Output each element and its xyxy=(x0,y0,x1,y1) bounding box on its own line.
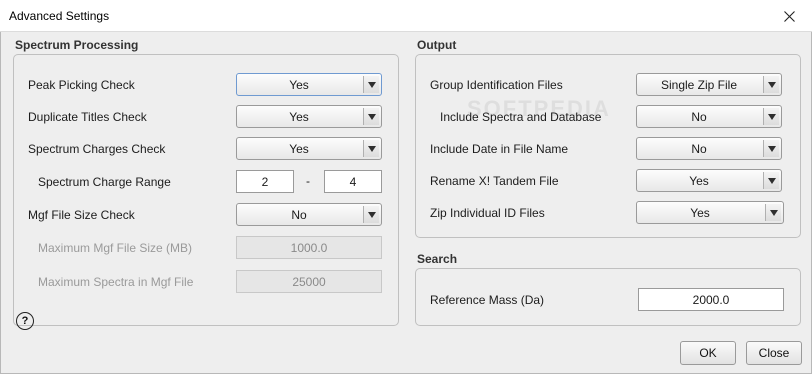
help-icon[interactable]: ? xyxy=(16,312,34,330)
include-date-value: No xyxy=(691,141,707,156)
duplicate-titles-select[interactable]: Yes xyxy=(236,105,382,128)
ok-button[interactable]: OK xyxy=(680,341,736,365)
include-spectra-db-select[interactable]: No xyxy=(636,105,782,128)
charge-range-label: Spectrum Charge Range xyxy=(38,175,171,189)
max-spectra-label: Maximum Spectra in Mgf File xyxy=(38,275,194,289)
zip-individual-label: Zip Individual ID Files xyxy=(430,206,545,220)
chevron-down-icon[interactable] xyxy=(363,206,379,223)
chevron-down-icon[interactable] xyxy=(363,108,379,125)
chevron-down-icon[interactable] xyxy=(763,172,779,189)
include-date-label: Include Date in File Name xyxy=(430,142,569,156)
include-spectra-db-label: Include Spectra and Database xyxy=(440,110,602,124)
mgf-size-check-value: No xyxy=(291,207,307,222)
chevron-down-icon[interactable] xyxy=(363,76,379,93)
mgf-size-check-select[interactable]: No xyxy=(236,203,382,226)
charge-range-min-input[interactable]: 2 xyxy=(236,170,294,193)
group-id-files-value: Single Zip File xyxy=(660,77,738,92)
window-close-button[interactable] xyxy=(766,0,812,32)
zip-individual-select[interactable]: Yes xyxy=(636,201,784,224)
chevron-down-icon[interactable] xyxy=(363,140,379,157)
max-mgf-size-input: 1000.0 xyxy=(236,236,382,259)
search-title: Search xyxy=(417,252,458,266)
reference-mass-label: Reference Mass (Da) xyxy=(430,293,545,307)
close-icon xyxy=(783,10,795,22)
close-button[interactable]: Close xyxy=(746,341,802,365)
zip-individual-value: Yes xyxy=(690,205,710,220)
peak-picking-select[interactable]: Yes xyxy=(236,73,382,96)
duplicate-titles-value: Yes xyxy=(289,109,309,124)
spectrum-charges-label: Spectrum Charges Check xyxy=(28,142,166,156)
max-spectra-input: 25000 xyxy=(236,270,382,293)
peak-picking-label: Peak Picking Check xyxy=(28,78,135,92)
reference-mass-input[interactable]: 2000.0 xyxy=(638,288,784,311)
rename-tandem-value: Yes xyxy=(689,173,709,188)
spectrum-charges-value: Yes xyxy=(289,141,309,156)
include-date-select[interactable]: No xyxy=(636,137,782,160)
group-id-files-label: Group Identification Files xyxy=(430,78,563,92)
output-title: Output xyxy=(417,38,457,52)
title-bar: Advanced Settings xyxy=(0,0,812,32)
max-mgf-size-label: Maximum Mgf File Size (MB) xyxy=(38,241,193,255)
rename-tandem-select[interactable]: Yes xyxy=(636,169,782,192)
dialog-body: Spectrum Processing Peak Picking Check Y… xyxy=(0,32,812,374)
chevron-down-icon[interactable] xyxy=(765,204,781,221)
spectrum-charges-select[interactable]: Yes xyxy=(236,137,382,160)
chevron-down-icon[interactable] xyxy=(763,140,779,157)
charge-range-max-input[interactable]: 4 xyxy=(324,170,382,193)
chevron-down-icon[interactable] xyxy=(763,108,779,125)
window-title: Advanced Settings xyxy=(9,9,110,23)
rename-tandem-label: Rename X! Tandem File xyxy=(430,174,559,188)
mgf-size-check-label: Mgf File Size Check xyxy=(28,208,135,222)
group-id-files-select[interactable]: Single Zip File xyxy=(636,73,782,96)
chevron-down-icon[interactable] xyxy=(763,76,779,93)
include-spectra-db-value: No xyxy=(691,109,707,124)
spectrum-processing-title: Spectrum Processing xyxy=(15,38,139,52)
charge-range-separator: - xyxy=(306,174,310,188)
duplicate-titles-label: Duplicate Titles Check xyxy=(28,110,147,124)
peak-picking-value: Yes xyxy=(289,77,309,92)
